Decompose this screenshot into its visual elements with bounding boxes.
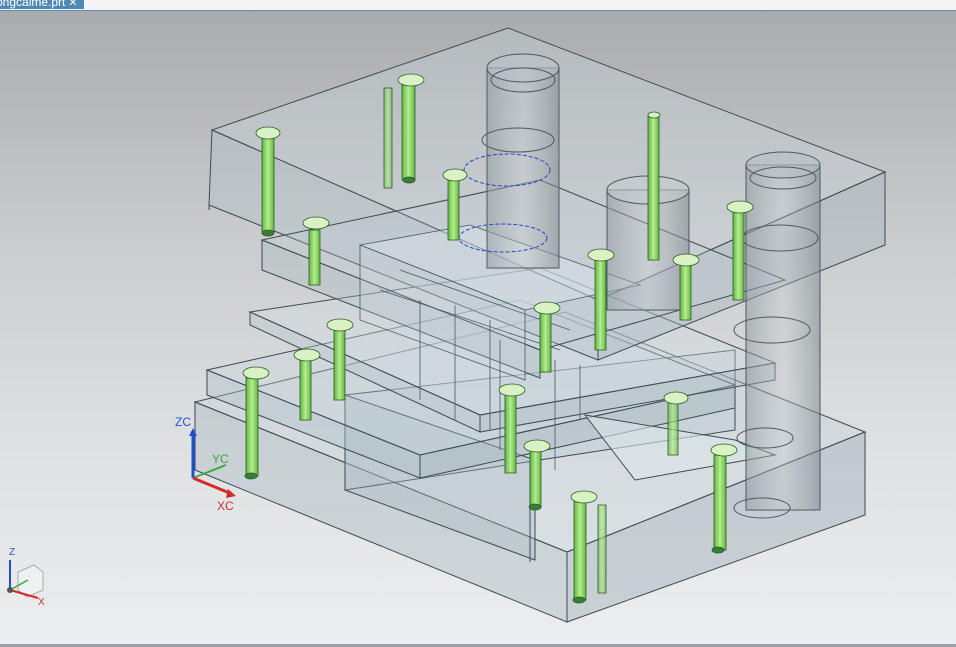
- view-orientation-triad[interactable]: Z X: [7, 547, 45, 608]
- close-icon[interactable]: ✕: [68, 0, 77, 9]
- wcs-x-label: XC: [217, 499, 234, 513]
- document-tab-bar: ongcaime.prt ✕: [0, 0, 956, 11]
- document-tab[interactable]: ongcaime.prt ✕: [0, 0, 84, 9]
- pin: [383, 87, 393, 189]
- wcs-y-label: YC: [212, 452, 229, 466]
- pin: [647, 111, 661, 261]
- view-triad-x-label: X: [38, 597, 45, 608]
- document-tab-label: ongcaime.prt: [0, 0, 66, 9]
- wcs-z-label: ZC: [175, 415, 191, 429]
- pin: [597, 504, 607, 594]
- mold-assembly-model: ZC YC XC Z X: [7, 27, 887, 623]
- graphics-viewport[interactable]: ZC YC XC Z X: [0, 11, 956, 647]
- view-triad-z-label: Z: [9, 547, 15, 558]
